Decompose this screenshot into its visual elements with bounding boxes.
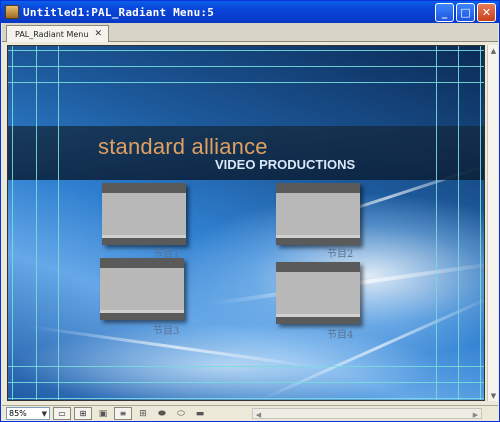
list-icon[interactable]: ≡: [114, 407, 132, 420]
chapter-button-2[interactable]: [276, 183, 360, 245]
display-icon[interactable]: ▣: [95, 407, 111, 420]
button-shape-2-icon[interactable]: ⬭: [173, 407, 189, 420]
scroll-down-icon[interactable]: ▼: [488, 390, 499, 401]
guide-line: [8, 50, 484, 51]
button-shape-1-icon[interactable]: ⬬: [154, 407, 170, 420]
scroll-right-icon[interactable]: ▶: [470, 409, 481, 420]
minimize-button[interactable]: _: [435, 2, 454, 22]
guide-line: [58, 46, 59, 400]
close-button[interactable]: ✕: [477, 2, 496, 22]
vertical-scrollbar[interactable]: ▲ ▼: [487, 45, 498, 401]
view-safe-area-icon[interactable]: ⊞: [74, 407, 92, 420]
button-shape-3-icon[interactable]: ▬: [192, 407, 208, 420]
maximize-button[interactable]: □: [456, 2, 475, 22]
guide-line: [12, 46, 13, 400]
app-icon: [5, 5, 19, 19]
guide-line: [8, 366, 484, 367]
chapter-button-3[interactable]: [100, 258, 184, 320]
guide-line: [8, 382, 484, 383]
editor-window: Untitled1:PAL_Radiant Menu:5 _ □ ✕ PAL_R…: [0, 0, 500, 422]
status-bar: 85% ▼ ▭ ⊞ ▣ ≡ ⊞ ⬬ ⬭ ▬ ◀ ▶: [2, 405, 498, 421]
chevron-down-icon: ▼: [41, 409, 47, 418]
chapter-label-3: 节目3: [153, 326, 180, 337]
title-bar[interactable]: Untitled1:PAL_Radiant Menu:5 _ □ ✕: [1, 1, 499, 23]
tab-strip: PAL_Radiant Menu ✕: [2, 23, 498, 42]
guide-line: [8, 398, 484, 399]
scroll-left-icon[interactable]: ◀: [253, 409, 264, 420]
guide-line: [458, 46, 459, 400]
tab-label: PAL_Radiant Menu: [15, 29, 89, 39]
menu-canvas[interactable]: standard alliance VIDEO PRODUCTIONS 节目1 …: [7, 45, 485, 401]
scroll-up-icon[interactable]: ▲: [488, 45, 499, 56]
chapter-label-4: 节目4: [327, 330, 354, 341]
view-normal-icon[interactable]: ▭: [53, 407, 71, 420]
menu-background: [8, 46, 484, 400]
tab-pal-radiant-menu[interactable]: PAL_Radiant Menu ✕: [6, 25, 109, 42]
window-title: Untitled1:PAL_Radiant Menu:5: [23, 5, 215, 19]
zoom-value: 85%: [9, 409, 27, 418]
chapter-button-4[interactable]: [276, 262, 360, 324]
chapter-button-1[interactable]: [102, 183, 186, 245]
guide-line: [480, 46, 481, 400]
guide-line: [8, 66, 484, 67]
guide-line: [436, 46, 437, 400]
guide-line: [36, 46, 37, 400]
guide-line: [8, 82, 484, 83]
menu-subtitle: VIDEO PRODUCTIONS: [215, 157, 356, 172]
add-button-icon[interactable]: ⊞: [135, 407, 151, 420]
tab-close-icon[interactable]: ✕: [94, 29, 102, 39]
horizontal-scrollbar[interactable]: ◀ ▶: [252, 408, 482, 419]
chapter-label-2: 节目2: [327, 249, 354, 260]
zoom-select[interactable]: 85% ▼: [6, 407, 50, 420]
